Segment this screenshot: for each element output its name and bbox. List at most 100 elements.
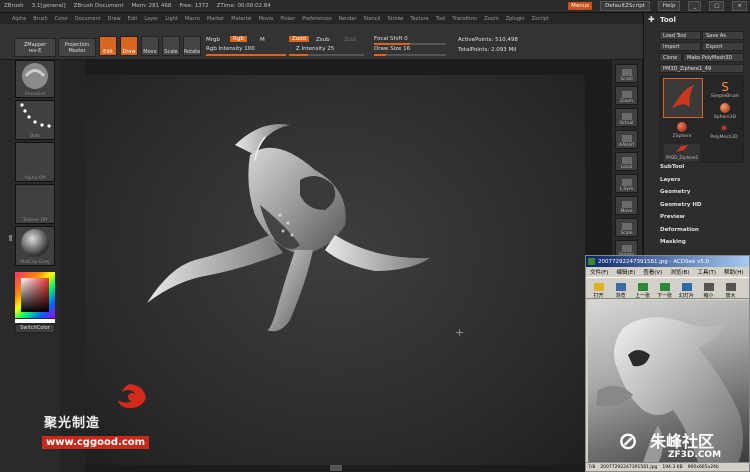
help-button[interactable]: Help: [657, 1, 681, 11]
shelf-label: Local: [620, 165, 633, 170]
draw-size-slider[interactable]: [374, 54, 446, 56]
pm3d-zsphere-tool[interactable]: PM3D_Zsphere1: [664, 144, 700, 162]
shelf-actual-button[interactable]: Actual: [615, 108, 638, 127]
menu-document[interactable]: Document: [75, 16, 101, 22]
alpha-thumb[interactable]: Alpha Off: [15, 142, 55, 182]
acdsee-tool-button[interactable]: 上一张: [634, 279, 651, 299]
export-button[interactable]: Export: [702, 42, 744, 51]
texture-thumb[interactable]: Texture Off: [15, 184, 55, 224]
acdsee-menu-item[interactable]: 帮助(H): [724, 268, 743, 276]
section-masking[interactable]: Masking: [660, 239, 686, 245]
section-layers[interactable]: Layers: [660, 177, 680, 183]
menu-brush[interactable]: Brush: [33, 16, 47, 22]
menu-stroke[interactable]: Stroke: [387, 16, 403, 22]
section-preview[interactable]: Preview: [660, 214, 685, 220]
save-as-button[interactable]: Save As: [702, 31, 744, 40]
acdsee-tool-button[interactable]: 放大: [722, 279, 739, 299]
acdsee-tool-button[interactable]: 下一张: [656, 279, 673, 299]
acdsee-menu-item[interactable]: 文件(F): [590, 268, 608, 276]
projection-master-button[interactable]: Projection Master: [58, 38, 96, 57]
make-polymesh-button[interactable]: Make PolyMesh3D: [683, 53, 744, 62]
menu-marker[interactable]: Marker: [207, 16, 224, 22]
zcut-toggle[interactable]: Zcut: [344, 37, 356, 43]
standard-brush-thumb[interactable]: Standard: [15, 60, 55, 98]
focal-shift-slider[interactable]: [374, 43, 446, 45]
rotate-button[interactable]: Rotate: [183, 36, 201, 56]
color-picker[interactable]: [15, 272, 55, 318]
menu-texture[interactable]: Texture: [410, 16, 428, 22]
menu-light[interactable]: Light: [165, 16, 177, 22]
menu-edit[interactable]: Edit: [128, 16, 138, 22]
polymesh3d-tool[interactable]: ✶ PolyMesh3D: [704, 122, 744, 140]
maximize-button[interactable]: □: [709, 1, 725, 11]
menu-transform[interactable]: Transform: [452, 16, 477, 22]
menu-preferences[interactable]: Preferences: [302, 16, 331, 22]
m-toggle[interactable]: M: [260, 37, 265, 43]
material-thumb[interactable]: MatCap Gray: [15, 226, 55, 266]
acdsee-tool-button[interactable]: 浏览: [612, 279, 629, 299]
draw-button[interactable]: Draw: [120, 36, 138, 56]
menu-zoom[interactable]: Zoom: [484, 16, 498, 22]
menu-macro[interactable]: Macro: [185, 16, 200, 22]
acdsee-menu-item[interactable]: 编辑(E): [616, 268, 635, 276]
menu-stencil[interactable]: Stencil: [364, 16, 381, 22]
menu-alpha[interactable]: Alpha: [12, 16, 26, 22]
menu-render[interactable]: Render: [339, 16, 357, 22]
acdsee-menu-item[interactable]: 浏览(B): [670, 268, 689, 276]
current-tool-slider[interactable]: PM3D_Ziphere1_49: [659, 64, 744, 73]
mrgb-toggle[interactable]: Mrgb: [206, 37, 220, 43]
zsphere-tool[interactable]: ZSphere: [664, 122, 700, 139]
section-geometry[interactable]: Geometry: [660, 189, 690, 195]
acdsee-tool-button[interactable]: 幻灯片: [678, 279, 695, 299]
simplebrush-tool[interactable]: S SimpleBrush: [710, 80, 740, 99]
acdsee-tool-button[interactable]: 缩小: [700, 279, 717, 299]
zmapper-button[interactable]: ZMapper rev-E: [14, 38, 56, 57]
left-tray-handle[interactable]: [9, 235, 12, 241]
section-subtool[interactable]: SubTool: [660, 164, 684, 170]
menus-button[interactable]: Menus: [568, 2, 593, 10]
menu-tool[interactable]: Tool: [436, 16, 446, 22]
menu-color[interactable]: Color: [55, 16, 68, 22]
shelf-lsym-button[interactable]: L.Sym: [615, 174, 638, 193]
shelf-scale-button[interactable]: Scale: [615, 218, 638, 237]
menu-movie[interactable]: Movie: [259, 16, 274, 22]
scale-button[interactable]: Scale: [162, 36, 180, 56]
default-zscript-button[interactable]: DefaultZScript: [600, 1, 650, 11]
rgb-intensity-slider[interactable]: [206, 54, 286, 56]
menu-zscript[interactable]: Zscript: [532, 16, 549, 22]
close-button[interactable]: ×: [732, 1, 747, 11]
sphere3d-tool[interactable]: Sphere3D: [710, 103, 740, 120]
shelf-zoom-button[interactable]: Zoom: [615, 86, 638, 105]
rgb-toggle[interactable]: Rgb: [230, 36, 247, 42]
load-tool-button[interactable]: Load Tool: [659, 31, 701, 40]
zadd-toggle[interactable]: Zadd: [289, 36, 310, 42]
shelf-local-button[interactable]: Local: [615, 152, 638, 171]
z-intensity-slider[interactable]: [289, 54, 364, 56]
clone-button[interactable]: Clone: [659, 53, 682, 62]
move-button[interactable]: Move: [141, 36, 159, 56]
edit-button[interactable]: Edit: [99, 36, 117, 56]
acdsee-tool-button[interactable]: 打开: [590, 279, 607, 299]
section-deformation[interactable]: Deformation: [660, 227, 699, 233]
import-button[interactable]: Import: [659, 42, 701, 51]
current-tool-thumb[interactable]: [663, 78, 703, 118]
section-geometry-hd[interactable]: Geometry HD: [660, 202, 702, 208]
menu-picker[interactable]: Picker: [280, 16, 295, 22]
shelf-aahalf-button[interactable]: AAHalf: [615, 130, 638, 149]
shelf-move-button[interactable]: Move: [615, 196, 638, 215]
switch-color-button[interactable]: SwitchColor: [15, 324, 55, 333]
main-color-swatch[interactable]: [15, 319, 55, 323]
menu-material[interactable]: Material: [231, 16, 251, 22]
menu-draw[interactable]: Draw: [108, 16, 121, 22]
menu-zplugin[interactable]: Zplugin: [506, 16, 525, 22]
document-canvas[interactable]: [85, 75, 585, 465]
color-picker-square[interactable]: [21, 278, 49, 312]
shelf-scroll-button[interactable]: Scroll: [615, 64, 638, 83]
bottom-tray-handle[interactable]: [330, 465, 342, 471]
dots-stroke-thumb[interactable]: Dots: [15, 100, 55, 140]
menu-layer[interactable]: Layer: [144, 16, 158, 22]
acdsee-menu-item[interactable]: 查看(V): [643, 268, 662, 276]
zsub-toggle[interactable]: Zsub: [316, 37, 330, 43]
acdsee-menu-item[interactable]: 工具(T): [697, 268, 716, 276]
minimize-button[interactable]: _: [688, 1, 702, 11]
